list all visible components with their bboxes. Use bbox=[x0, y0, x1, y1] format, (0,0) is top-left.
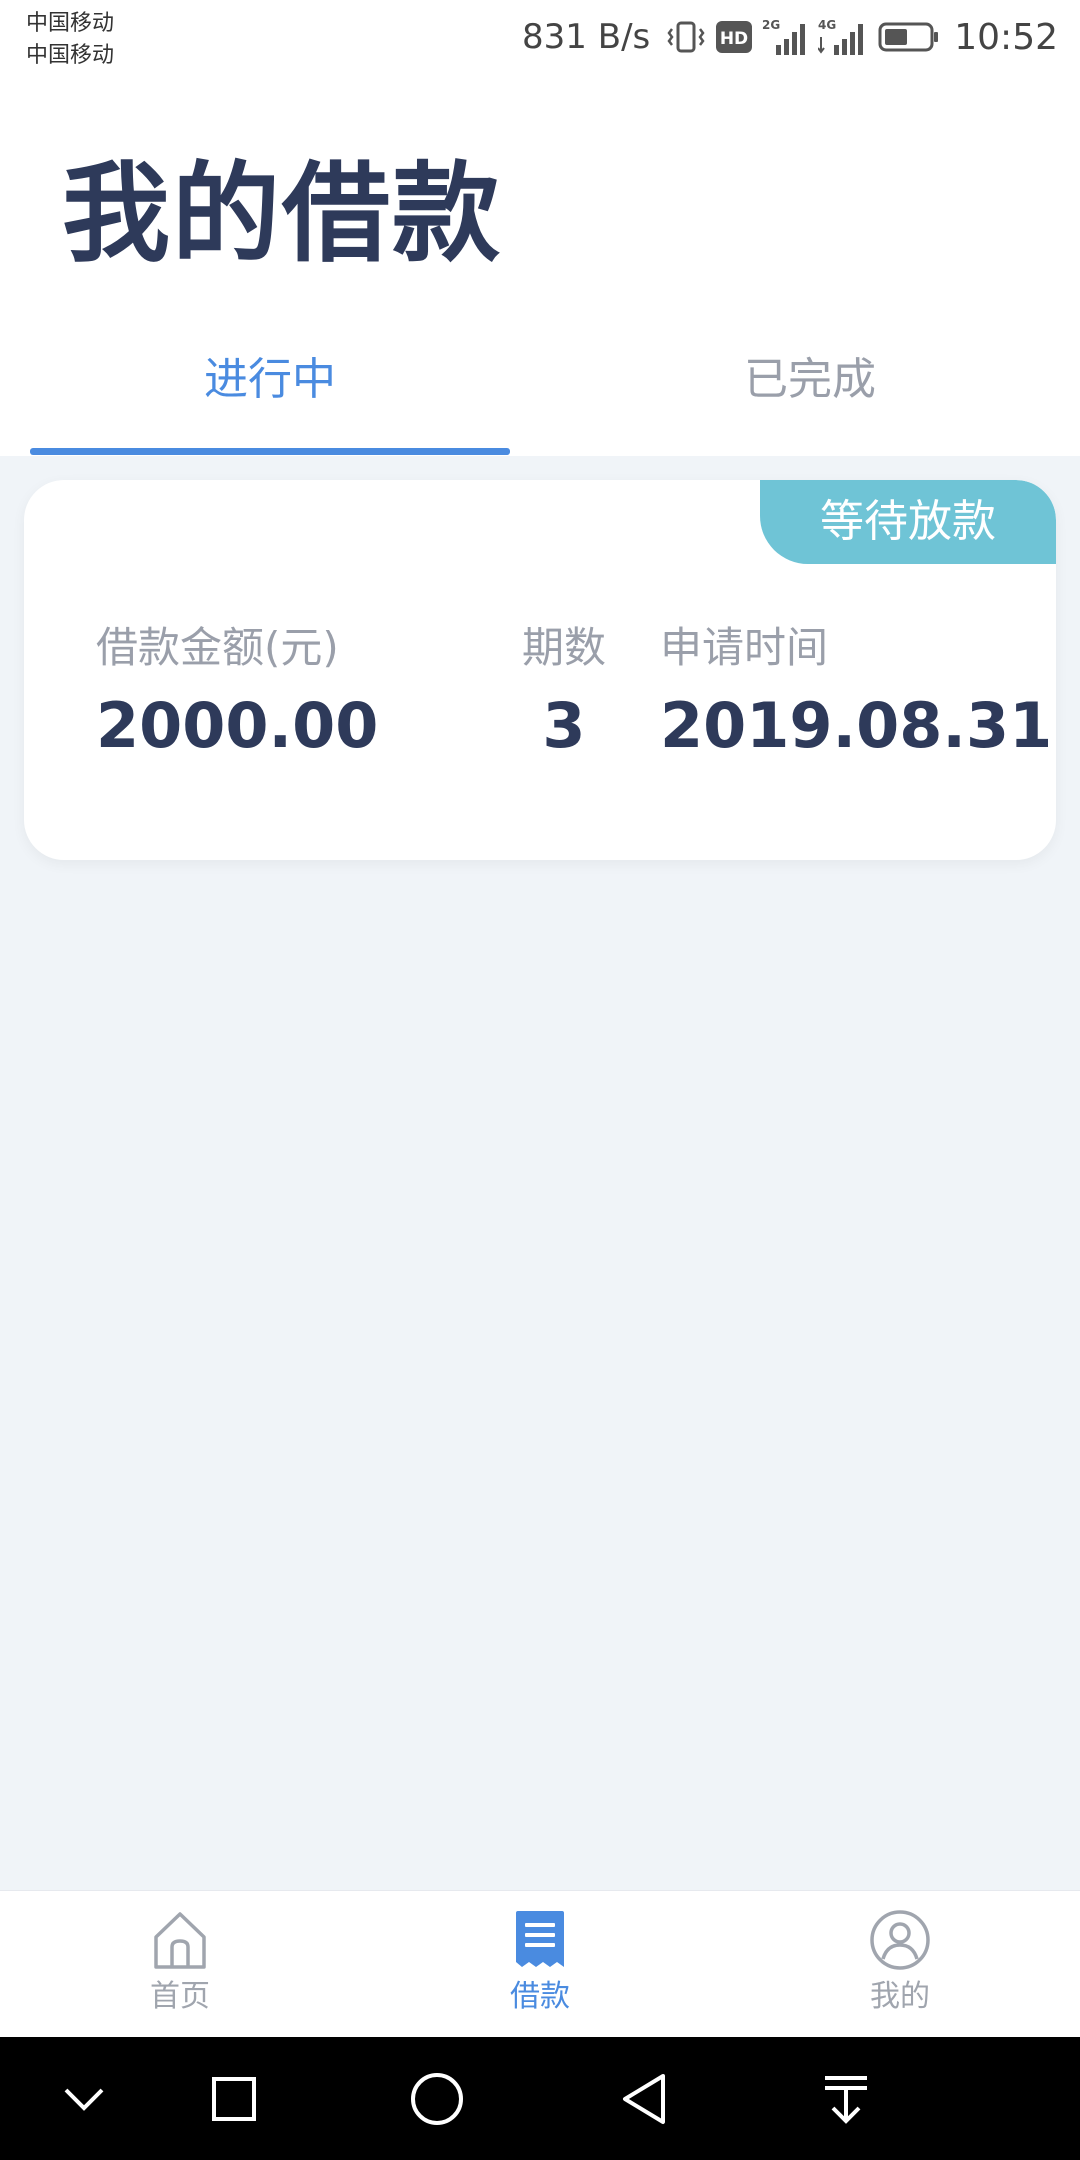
page-header: 我的借款 进行中 已完成 bbox=[0, 72, 1080, 456]
carrier-info: 中国移动 中国移动 bbox=[26, 8, 114, 72]
recent-apps-icon[interactable] bbox=[202, 2067, 266, 2131]
status-icons: 831 B/s HD 2G 4G 10:52 bbox=[522, 14, 1058, 60]
nav-label-loan: 借款 bbox=[510, 1979, 570, 2014]
nav-label-home: 首页 bbox=[150, 1979, 210, 2014]
home-icon bbox=[80, 1909, 280, 1971]
apply-date-value: 2019.08.31 bbox=[660, 689, 1053, 762]
periods-column: 期数 3 bbox=[494, 620, 634, 766]
vibrate-icon bbox=[666, 17, 706, 57]
signal-4g-icon: 4G bbox=[818, 17, 868, 57]
loan-amount-column: 借款金额(元) 2000.00 bbox=[96, 620, 378, 766]
clock: 10:52 bbox=[954, 16, 1058, 58]
carrier-2: 中国移动 bbox=[26, 43, 115, 68]
apply-date-label: 申请时间 bbox=[660, 623, 829, 672]
bottom-nav: 首页 借款 我的 bbox=[0, 1890, 1080, 2038]
signal-2g-icon: 2G bbox=[762, 17, 808, 57]
loan-amount-label: 借款金额(元) bbox=[96, 623, 339, 672]
periods-value: 3 bbox=[542, 689, 586, 762]
home-circle-icon[interactable] bbox=[405, 2067, 469, 2131]
loan-card[interactable]: 等待放款 借款金额(元) 2000.00 期数 3 申请时间 2019.08.3… bbox=[24, 480, 1056, 860]
nav-item-home[interactable]: 首页 bbox=[80, 1909, 280, 2017]
nav-item-loan[interactable]: 借款 bbox=[440, 1909, 640, 2017]
battery-icon bbox=[878, 21, 940, 53]
carrier-1: 中国移动 bbox=[26, 11, 115, 36]
net-speed: 831 B/s bbox=[522, 17, 651, 57]
notification-pull-icon[interactable] bbox=[814, 2067, 878, 2131]
active-tab-indicator bbox=[30, 448, 510, 455]
collapse-icon[interactable] bbox=[52, 2067, 116, 2131]
page-title: 我的借款 bbox=[62, 152, 503, 277]
loan-document-icon bbox=[440, 1909, 640, 1971]
loan-amount-value: 2000.00 bbox=[96, 689, 379, 762]
apply-date-column: 申请时间 2019.08.31 bbox=[660, 620, 1052, 766]
svg-text:2G: 2G bbox=[762, 18, 780, 32]
tab-completed[interactable]: 已完成 bbox=[570, 350, 1050, 410]
back-icon[interactable] bbox=[612, 2067, 676, 2131]
nav-item-mine[interactable]: 我的 bbox=[800, 1909, 1000, 2017]
user-icon bbox=[800, 1909, 1000, 1971]
status-bar: 中国移动 中国移动 831 B/s HD 2G 4G 10:52 bbox=[0, 0, 1080, 72]
periods-label: 期数 bbox=[521, 623, 606, 672]
status-badge: 等待放款 bbox=[760, 480, 1056, 564]
hd-icon: HD bbox=[716, 21, 753, 53]
system-nav-bar bbox=[0, 2037, 1080, 2160]
tab-in-progress[interactable]: 进行中 bbox=[30, 350, 510, 410]
svg-text:4G: 4G bbox=[818, 18, 836, 32]
nav-label-mine: 我的 bbox=[870, 1979, 930, 2014]
svg-text:HD: HD bbox=[720, 29, 748, 49]
